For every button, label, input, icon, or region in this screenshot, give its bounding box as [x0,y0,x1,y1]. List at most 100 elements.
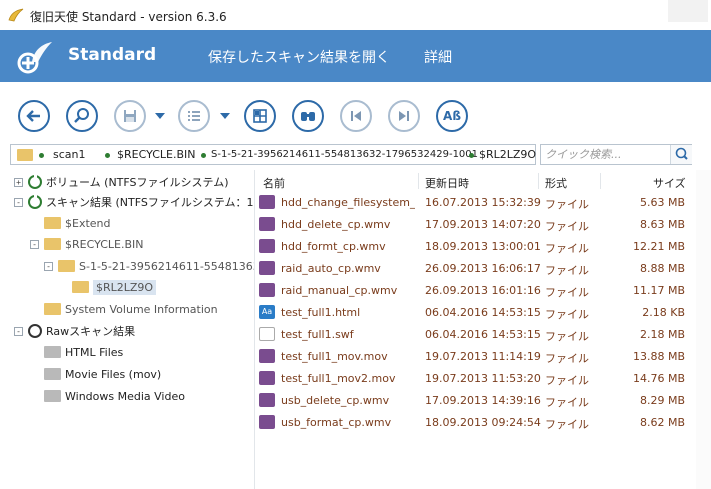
breadcrumb-recycle-bin[interactable]: $RECYCLE.BIN [117,148,195,161]
blank-file-icon [259,327,275,341]
no-expander [30,392,39,401]
maximize-button[interactable] [668,0,708,22]
collapse-toggle[interactable]: - [14,326,23,336]
table-row[interactable]: hdd_formt_cp.wmv 18.09.2013 13:00:01 ファイ… [255,236,695,258]
tree-item-system-volume-information[interactable]: System Volume Information [30,299,218,319]
tree-item-scan-results[interactable]: - スキャン結果 (NTFSファイルシステム：128.7... [14,192,254,212]
video-file-icon [259,195,275,209]
breadcrumb-scan1[interactable]: scan1 [53,148,86,161]
find-button[interactable] [292,100,324,132]
breadcrumb-rl2lz9o[interactable]: $RL2LZ9O [479,148,536,161]
file-size: 2.18 MB [639,328,685,341]
tree-item-rl2lz9o[interactable]: $RL2LZ9O [58,277,157,297]
collapse-toggle[interactable]: - [14,197,23,207]
table-row[interactable]: hdd_change_filesystem_... 16.07.2013 15:… [255,192,695,214]
open-saved-scan-menu[interactable]: 保存したスキャン結果を開く [208,47,390,67]
vertical-scrollbar[interactable] [696,170,711,489]
path-breadcrumb[interactable]: scan1 $RECYCLE.BIN S-1-5-21-3956214611-5… [10,144,536,165]
separator-dot-icon [39,153,44,158]
file-name: hdd_change_filesystem_... [281,196,415,209]
column-separator[interactable] [538,173,539,189]
file-size: 14.76 MB [632,372,685,385]
previous-button[interactable] [340,100,372,132]
video-file-icon [259,393,275,407]
file-type: ファイル [545,352,589,365]
tree-item-html-files[interactable]: HTML Files [30,342,123,362]
video-file-icon [259,217,275,231]
details-menu[interactable]: 詳細 [424,47,452,67]
file-date: 18.09.2013 13:00:01 [425,240,541,253]
tree-item-label: Movie Files (mov) [65,367,162,381]
column-header-name[interactable]: 名前 [263,175,285,191]
view-list-button[interactable] [178,100,210,132]
file-size: 8.63 MB [639,218,685,231]
tree-item-raw-scan-results[interactable]: - Rawスキャン結果 [14,321,135,341]
case-sensitive-button[interactable]: Aß [436,100,468,132]
table-row[interactable]: raid_manual_cp.wmv 26.09.2013 16:01:16 フ… [255,280,695,302]
table-row[interactable]: Aa test_full1.html 06.04.2016 14:53:15 フ… [255,302,695,324]
search-icon [675,147,688,160]
back-button[interactable] [18,100,50,132]
list-header: 名前 更新日時 形式 サイズ [255,170,695,192]
file-type: ファイル [545,242,589,255]
breadcrumb-sid-folder[interactable]: S-1-5-21-3956214611-554813632-1796532429… [211,149,478,160]
file-type: ファイル [545,286,589,299]
app-wing-icon [8,8,24,22]
separator-dot-icon [105,153,110,158]
view-dropdown-arrow-icon[interactable] [220,113,230,119]
table-row[interactable]: usb_delete_cp.wmv 17.09.2013 14:39:16 ファ… [255,390,695,412]
tree-item-volume[interactable]: + ボリューム (NTFSファイルシステム) [14,172,228,192]
next-button[interactable] [388,100,420,132]
expand-toggle[interactable]: + [14,177,23,187]
table-row[interactable]: hdd_delete_cp.wmv 17.09.2013 14:07:20 ファ… [255,214,695,236]
tree-item-windows-media-video[interactable]: Windows Media Video [30,386,185,406]
toolbar: Aß [0,98,711,138]
tree-item-movie-files[interactable]: Movie Files (mov) [30,364,161,384]
binoculars-icon [301,112,315,121]
column-header-date[interactable]: 更新日時 [425,175,469,191]
column-separator[interactable] [418,173,419,189]
column-header-type[interactable]: 形式 [545,175,567,191]
case-label: Aß [443,109,461,123]
file-date: 17.09.2013 14:07:20 [425,218,541,231]
column-separator[interactable] [600,173,601,189]
no-expander [30,305,39,314]
video-file-icon [259,239,275,253]
raw-scan-icon [28,324,42,338]
scan-disk-icon [28,195,42,209]
file-name: usb_format_cp.wmv [281,416,392,429]
file-date: 18.09.2013 09:24:54 [425,416,541,429]
file-date: 17.09.2013 14:39:16 [425,394,541,407]
search-submit-button[interactable] [670,145,692,164]
search-button[interactable] [66,100,98,132]
file-name: hdd_delete_cp.wmv [281,218,391,231]
file-type: ファイル [545,374,589,387]
collapse-toggle[interactable]: - [44,261,53,271]
file-size: 5.63 MB [639,196,685,209]
app-header: Standard 保存したスキャン結果を開く 詳細 [0,30,711,82]
table-row[interactable]: test_full1_mov2.mov 19.07.2013 11:53:20 … [255,368,695,390]
grid-view-button[interactable] [244,100,276,132]
tree-item-extend[interactable]: $Extend [30,213,111,233]
video-file-icon [259,349,275,363]
save-dropdown-arrow-icon[interactable] [155,113,165,119]
file-date: 19.07.2013 11:53:20 [425,372,541,385]
file-name: hdd_formt_cp.wmv [281,240,386,253]
table-row[interactable]: test_full1.swf 06.04.2016 14:53:15 ファイル … [255,324,695,346]
tree-item-recycle-bin[interactable]: - $RECYCLE.BIN [30,234,143,254]
collapse-toggle[interactable]: - [30,239,39,249]
tree-item-sid-folder[interactable]: - S-1-5-21-3956214611-554813632-1... [44,256,254,276]
file-date: 26.09.2013 16:01:16 [425,284,541,297]
quick-search-input[interactable] [541,145,669,164]
file-date: 19.07.2013 11:14:19 [425,350,541,363]
table-row[interactable]: usb_format_cp.wmv 18.09.2013 09:24:54 ファ… [255,412,695,434]
tree-item-label: ボリューム (NTFSファイルシステム) [46,176,229,189]
file-type: ファイル [545,220,589,233]
file-name: raid_manual_cp.wmv [281,284,398,297]
table-row[interactable]: raid_auto_cp.wmv 26.09.2013 16:06:17 ファイ… [255,258,695,280]
column-header-size[interactable]: サイズ [653,175,686,191]
separator-dot-icon [201,153,206,158]
save-button[interactable] [114,100,146,132]
file-size: 8.88 MB [639,262,685,275]
table-row[interactable]: test_full1_mov.mov 19.07.2013 11:14:19 フ… [255,346,695,368]
